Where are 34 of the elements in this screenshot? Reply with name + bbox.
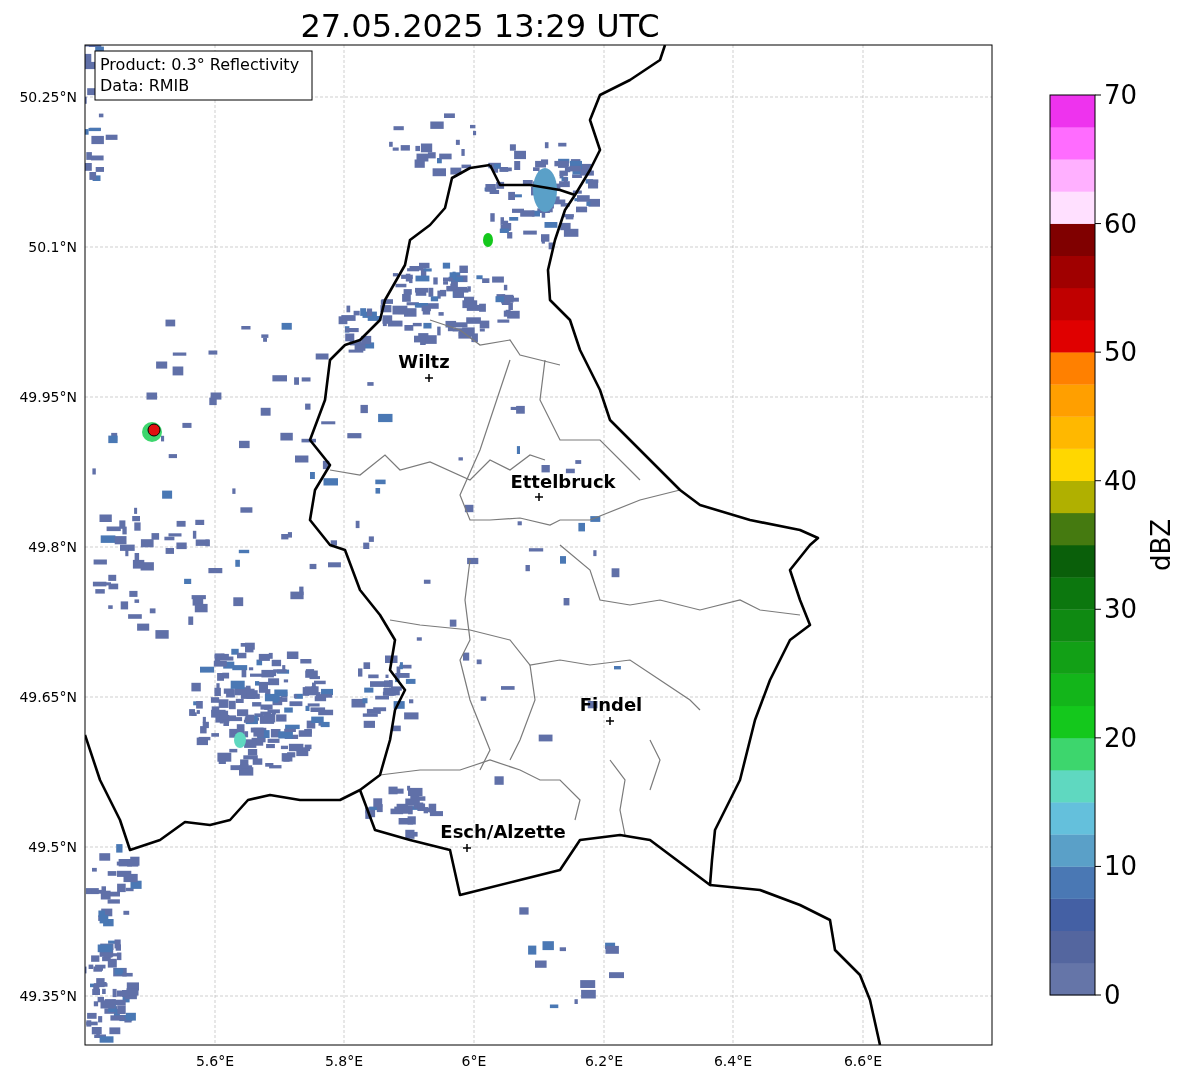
legend-text: Product: 0.3° Reflectivity [100, 55, 300, 74]
city-marker-icon [534, 492, 544, 502]
legend-text: Data: RMIB [100, 76, 190, 95]
colorbar-label: dBZ [1146, 518, 1176, 572]
axis-tick-label: 5.8°E [324, 1053, 364, 1069]
city-label: Wiltz [398, 351, 450, 372]
axis-tick-label: 49.35°N [19, 988, 77, 1004]
colorbar-tick-label: 10 [1104, 851, 1138, 882]
city-label: Findel [579, 694, 643, 715]
city-label: Ettelbruck [510, 471, 616, 492]
colorbar-tick-label: 30 [1104, 594, 1138, 625]
radar-site-icon [147, 423, 161, 437]
plot-title: 27.05.2025 13:29 UTC [300, 7, 660, 45]
axis-tick-label: 49.95°N [19, 389, 77, 405]
axis-tick-label: 6.4°E [713, 1053, 753, 1069]
colorbar-tick-label: 20 [1104, 722, 1138, 753]
axis-tick-label: 50.25°N [19, 89, 77, 105]
colorbar-tick-label: 0 [1104, 980, 1121, 1010]
colorbar-tick-label: 60 [1104, 208, 1138, 239]
city-marker-icon [424, 373, 434, 383]
colorbar-tick-label: 70 [1104, 80, 1138, 110]
axis-tick-label: 50.1°N [28, 239, 77, 255]
city-label: Esch/Alzette [440, 821, 566, 842]
axis-tick-label: 6°E [461, 1053, 487, 1069]
axis-tick-label: 5.6°E [195, 1053, 235, 1069]
colorbar-tick-label: 40 [1104, 465, 1138, 496]
axis-tick-label: 6.2°E [584, 1053, 624, 1069]
axis-tick-label: 49.8°N [28, 539, 77, 555]
axis-tick-label: 49.65°N [19, 689, 77, 705]
axis-tick-label: 49.5°N [28, 839, 77, 855]
city-marker-icon [462, 843, 472, 853]
axis-tick-label: 6.6°E [843, 1053, 883, 1069]
city-marker-icon [605, 716, 615, 726]
colorbar-tick-label: 50 [1104, 337, 1138, 368]
